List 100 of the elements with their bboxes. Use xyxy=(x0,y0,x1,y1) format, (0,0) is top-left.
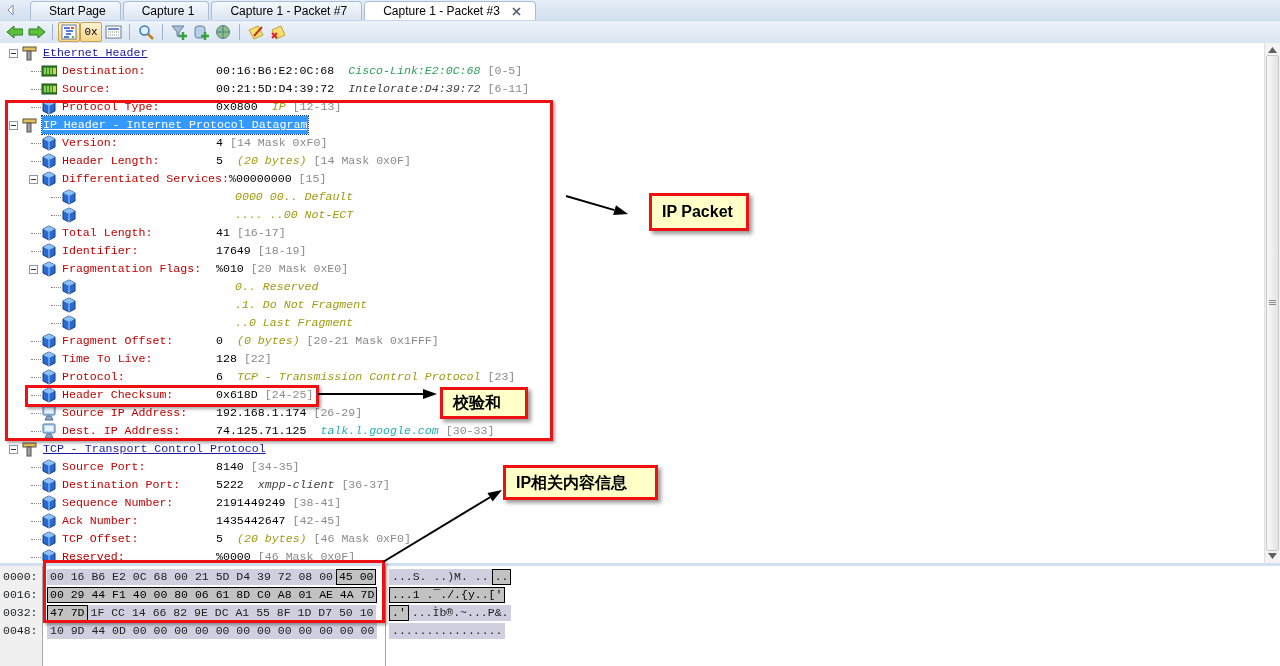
collapse-icon[interactable] xyxy=(8,444,18,454)
cube-icon xyxy=(41,531,57,547)
hex-bytes[interactable]: 00 16 B6 E2 0C 68 00 21 5D D4 39 72 08 00 xyxy=(47,569,336,585)
field-label[interactable]: TCP Offset: xyxy=(62,530,216,548)
pencil-note-icon xyxy=(247,24,265,40)
tee-icon xyxy=(21,45,37,61)
byte-range: [20 Mask 0xE0] xyxy=(250,261,349,278)
byte-range: [42-45] xyxy=(292,513,342,530)
collapse-icon[interactable] xyxy=(8,120,18,130)
field-label[interactable]: Dest. IP Address: xyxy=(62,422,216,440)
field-value: 6 xyxy=(216,369,223,386)
field-label[interactable]: Source IP Address: xyxy=(62,404,216,422)
toolbar-button[interactable]: 0x xyxy=(80,22,102,42)
scroll-left-icon[interactable] xyxy=(6,4,16,16)
field-value: %010 xyxy=(216,261,244,278)
monitor-icon xyxy=(41,423,57,439)
scroll-down-icon[interactable] xyxy=(1268,553,1277,559)
field-label[interactable]: Header Checksum: xyxy=(62,386,216,404)
field-value: 0 xyxy=(216,333,223,350)
field-value: 00:21:5D:D4:39:72 xyxy=(216,81,335,98)
cube-icon xyxy=(41,261,57,277)
globe-icon xyxy=(214,24,232,40)
field-value: 5 xyxy=(216,153,223,170)
field-value: 5 xyxy=(216,531,223,548)
cube-icon xyxy=(41,153,57,169)
byte-range: [14 Mask 0x0F] xyxy=(313,153,411,170)
hex-bytes[interactable]: 47 7D xyxy=(47,605,88,621)
field-value: 5222 xyxy=(216,477,244,494)
ascii-text[interactable]: .. xyxy=(491,569,512,585)
field-label[interactable]: Fragment Offset: xyxy=(62,332,216,350)
ascii-text[interactable]: ................ xyxy=(389,623,506,639)
field-value: 0x618D xyxy=(216,387,258,404)
field-note: (0 bytes) xyxy=(236,333,300,350)
byte-range: [16-17] xyxy=(236,225,286,242)
field-note: IP xyxy=(271,99,286,116)
arrow-left-icon xyxy=(5,24,23,40)
section-header[interactable]: Ethernet Header xyxy=(42,44,149,62)
offset-label: 0048: xyxy=(3,623,39,640)
toolbar-button[interactable] xyxy=(25,22,47,42)
byte-range: [46 Mask 0xF0] xyxy=(313,531,411,548)
callout: IP Packet xyxy=(649,193,749,231)
field-label[interactable]: Fragmentation Flags: xyxy=(62,260,216,278)
field-value: 41 xyxy=(216,225,230,242)
offset-label: 0000: xyxy=(3,569,39,586)
toolbar-button[interactable] xyxy=(168,22,190,42)
field-label[interactable]: Ack Number: xyxy=(62,512,216,530)
field-label[interactable]: Identifier: xyxy=(62,242,216,260)
cube-icon xyxy=(41,477,57,493)
field-note: TCP - Transmission Control Protocol xyxy=(236,369,481,386)
tab[interactable]: Capture 1 - Packet #7 xyxy=(211,1,363,20)
section-header[interactable]: TCP - Transport Control Protocol xyxy=(42,440,267,458)
field-value: 2191449249 xyxy=(216,495,286,512)
byte-range: [26-29] xyxy=(313,405,363,422)
field-label[interactable]: Version: xyxy=(62,134,216,152)
toolbar-button[interactable] xyxy=(58,22,80,42)
note-delete-icon xyxy=(269,24,287,40)
field-label[interactable]: Reserved: xyxy=(62,548,216,563)
field-label[interactable]: Destination: xyxy=(62,62,216,80)
tree-view-icon xyxy=(60,24,78,40)
tab[interactable]: Start Page xyxy=(30,1,121,20)
cube-icon xyxy=(41,513,57,529)
hex-view-icon xyxy=(104,24,122,40)
toolbar-button[interactable] xyxy=(102,22,124,42)
field-label[interactable]: Sequence Number: xyxy=(62,494,216,512)
scroll-up-icon[interactable] xyxy=(1268,47,1277,53)
field-label[interactable]: Time To Live: xyxy=(62,350,216,368)
field-label[interactable]: Source: xyxy=(62,80,216,98)
field-label[interactable]: Total Length: xyxy=(62,224,216,242)
byte-range: [22] xyxy=(243,351,272,368)
tab[interactable]: Capture 1 xyxy=(122,1,210,20)
chip-icon xyxy=(41,81,57,97)
ascii-text[interactable]: ...Ìb®.~...P&. xyxy=(408,605,512,621)
hex-bytes[interactable]: 10 9D 44 0D 00 00 00 00 00 00 00 00 00 00 00 00 xyxy=(47,623,378,639)
byte-range: [18-19] xyxy=(257,243,307,260)
funnel-plus-icon xyxy=(170,24,188,40)
ascii-text[interactable]: ...S. ..)M. .. xyxy=(389,569,492,585)
database-plus-icon xyxy=(192,24,210,40)
ascii-text[interactable]: ...1 .¯./.{y..[' xyxy=(389,587,506,603)
tab[interactable]: Capture 1 - Packet #3 xyxy=(364,1,536,20)
cube-icon xyxy=(41,171,57,187)
scrollbar-thumb[interactable] xyxy=(1266,55,1279,551)
collapse-icon[interactable] xyxy=(28,264,38,274)
hex-bytes[interactable]: 00 29 44 F1 40 00 80 06 61 8D C0 A8 01 AE 4A 7D xyxy=(47,587,378,603)
field-label[interactable]: Header Length: xyxy=(62,152,216,170)
field-value: %00000000 xyxy=(229,171,292,188)
ascii-text[interactable]: .' xyxy=(389,605,409,621)
hex-bytes[interactable]: 1F CC 14 66 82 9E DC A1 55 8F 1D D7 50 10 xyxy=(87,605,377,621)
field-label[interactable]: Differentiated Services: xyxy=(62,170,229,188)
field-label[interactable]: Protocol: xyxy=(62,368,216,386)
field-label[interactable]: Destination Port: xyxy=(62,476,216,494)
field-label[interactable]: Protocol Type: xyxy=(62,98,216,116)
cube-icon xyxy=(41,459,57,475)
hex-bytes[interactable]: 45 00 xyxy=(335,569,377,585)
field-label[interactable]: Source Port: xyxy=(62,458,216,476)
collapse-icon[interactable] xyxy=(28,174,38,184)
field-value: 74.125.71.125 xyxy=(216,423,307,440)
close-icon[interactable] xyxy=(511,6,521,16)
offset-label: 0016: xyxy=(3,587,39,604)
collapse-icon[interactable] xyxy=(8,48,18,58)
field-note: Cisco-Link:E2:0C:68 xyxy=(348,63,481,80)
